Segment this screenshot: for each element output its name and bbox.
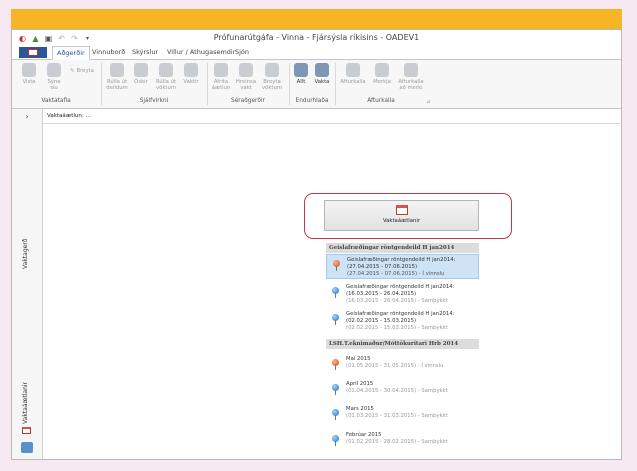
schedule-item[interactable]: Febrúar 2015 (01.02.2015 - 28.02.2015) - … [326,430,479,452]
schedule-item-name: Apríl 2015 [346,381,374,387]
ribbon: Vista Sýna síu ✎ Breyta Vaktatafla Rúlla … [12,60,621,109]
schedule-item-name: Geislafræðingar röntgendeild H jan2014: … [346,284,455,297]
merkja-button[interactable]: Merkja [371,63,393,85]
schedule-item[interactable]: Mars 2015 (01.03.2015 - 31.03.2015) - Sam… [326,404,479,426]
schedule-item-status: (02.02.2015 - 15.03.2015) - Samþykkt [346,325,448,331]
blue-pin-icon [332,409,339,420]
schedule-item-status: (01.04.2015 - 30.04.2015) - Samþykkt [346,388,448,394]
vaktir-button[interactable]: Vaktir [181,63,201,85]
schedule-item[interactable]: Geislafræðingar röntgendeild H jan2014: … [326,309,479,333]
gear-icon [159,63,173,77]
afturkalla-ad-merki-button[interactable]: Afturkalla að merki [397,63,425,91]
syna-sia-button[interactable]: Sýna síu [44,63,64,91]
schedule-item-status: (27.04.2015 - 07.06.2015) - Í vinnslu [347,271,445,277]
breyta-button[interactable]: ✎ Breyta [70,68,94,74]
red-pin-icon [333,260,340,271]
blue-pin-icon [332,384,339,395]
blue-pin-icon [332,435,339,446]
schedule-item[interactable]: Geislafræðingar röntgendeild H jan2014: … [326,254,479,279]
schedule-item-name: Febrúar 2015 [346,432,382,438]
workspace-icon[interactable] [21,442,33,453]
group-label-sjalfvirkni: Sjálfvirkni [139,98,169,104]
gear-icon [110,63,124,77]
sidebar-vaktagerd[interactable]: Vaktagerð [22,239,29,269]
vaktaaaetlanir-button[interactable]: Vaktaáætlanir [324,200,479,231]
tab-adgerdir[interactable]: Aðgerðir [52,46,90,60]
main-content: Vaktaáætlun: ... Vaktaáætlanir Geislafræ… [43,109,620,459]
application-menu-button[interactable] [19,47,47,58]
schedule-label: Vaktaáætlun: ... [47,113,91,119]
schedule-item-status: (16.03.2015 - 26.04.2015) - Samþykkt [346,298,448,304]
ribbon-tabs: Aðgerðir Vinnuborð Skýrslur Villur / Ath… [12,46,621,60]
breyta-voktum-button[interactable]: Breyta vöktum [260,63,284,91]
copy-grid-icon [214,63,228,77]
filter-icon [47,63,61,77]
gear-icon [134,63,148,77]
calendar-icon [395,205,408,215]
group-header: Geislafræðingar röntgendeild H jan2014 [326,243,479,253]
vakta-button[interactable]: Vakta [313,63,331,85]
afturkalla-button[interactable]: Afturkalla [340,63,366,85]
reload-shifts-icon [315,63,329,77]
schedule-item[interactable]: Apríl 2015 (01.04.2015 - 30.04.2015) - Sa… [326,379,479,401]
top-bar [11,9,622,29]
bookmark-icon [375,63,389,77]
schedule-item-name: Geislafræðingar röntgendeild H jan2014: … [347,257,456,270]
app-menu-icon [28,49,38,56]
title-bar: ◐ ▲ ▣ ↶ ↷ ▾ Prófunarútgáfa - Vinna - Fjá… [12,30,621,46]
schedule-item-name: Maí 2015 [346,356,371,362]
rulla-ut-deildum-button[interactable]: Rúlla út deildum [105,63,129,91]
tab-skyrslur[interactable]: Skýrslur [132,48,158,56]
schedule-item[interactable]: Maí 2015 (01.05.2015 - 31.05.2015) - Í vi… [326,354,479,376]
group-label-seradgerdir: Séraðgerðir [231,98,265,104]
dialog-launcher-icon[interactable]: ⊿ [426,99,430,105]
hreinsa-vakt-button[interactable]: Hreinsa vakt [235,63,257,91]
save-icon [22,63,36,77]
gear-icon [265,63,279,77]
window-title: Prófunarútgáfa - Vinna - Fjársýsla ríkis… [213,33,420,42]
undo-icon [346,63,360,77]
group-label-endurhlada: Endurhlaða [295,98,329,104]
schedule-item-status: (01.02.2015 - 28.02.2015) - Samþykkt [346,439,448,445]
content-header: Vaktaáætlun: ... [43,109,620,124]
edit-icon: ✎ [70,68,75,74]
calendar-icon[interactable] [22,427,31,434]
tab-sjon[interactable]: Sjón [235,48,249,56]
undo-to-mark-icon [404,63,418,77]
left-sidebar: › Vaktagerð Vaktaáætlanir [12,109,43,459]
gear-icon [184,63,198,77]
schedule-item-status: (01.05.2015 - 31.05.2015) - Í vinnslu [346,363,444,369]
blue-pin-icon [332,314,339,325]
group-header: LSH.T.eknimaður/Móttökuritari Hrb 2014 [326,339,479,349]
tab-villur[interactable]: Villur / Athugasemdir [167,48,235,56]
expand-arrow-icon[interactable]: › [12,112,42,121]
rulla-ut-voktum-button[interactable]: Rúlla út vöktum [154,63,178,91]
app-window: ◐ ▲ ▣ ↶ ↷ ▾ Prófunarútgáfa - Vinna - Fjá… [11,29,622,460]
tab-vinnubord[interactable]: Vinnuborð [92,48,125,56]
group-label-afturkalla: Afturkalla [367,98,395,104]
sidebar-vaktaaaetlanir[interactable]: Vaktaáætlanir [22,382,29,424]
group-label-vaktatafla: Vaktatafla [41,98,71,104]
red-pin-icon [332,359,339,370]
blue-pin-icon [332,287,339,298]
schedule-item-name: Mars 2015 [346,406,374,412]
schedule-item-status: (01.03.2015 - 31.03.2015) - Samþykkt [346,413,448,419]
reload-all-icon [294,63,308,77]
oskir-button[interactable]: Óskir [132,63,150,85]
schedule-item-name: Geislafræðingar röntgendeild H jan2014: … [346,311,455,324]
schedule-item[interactable]: Geislafræðingar röntgendeild H jan2014: … [326,282,479,306]
clear-grid-icon [239,63,253,77]
vista-button[interactable]: Vista [19,63,39,85]
allt-button[interactable]: Allt [293,63,309,85]
afrita-aaetlun-button[interactable]: Afrita áætlun [210,63,232,91]
